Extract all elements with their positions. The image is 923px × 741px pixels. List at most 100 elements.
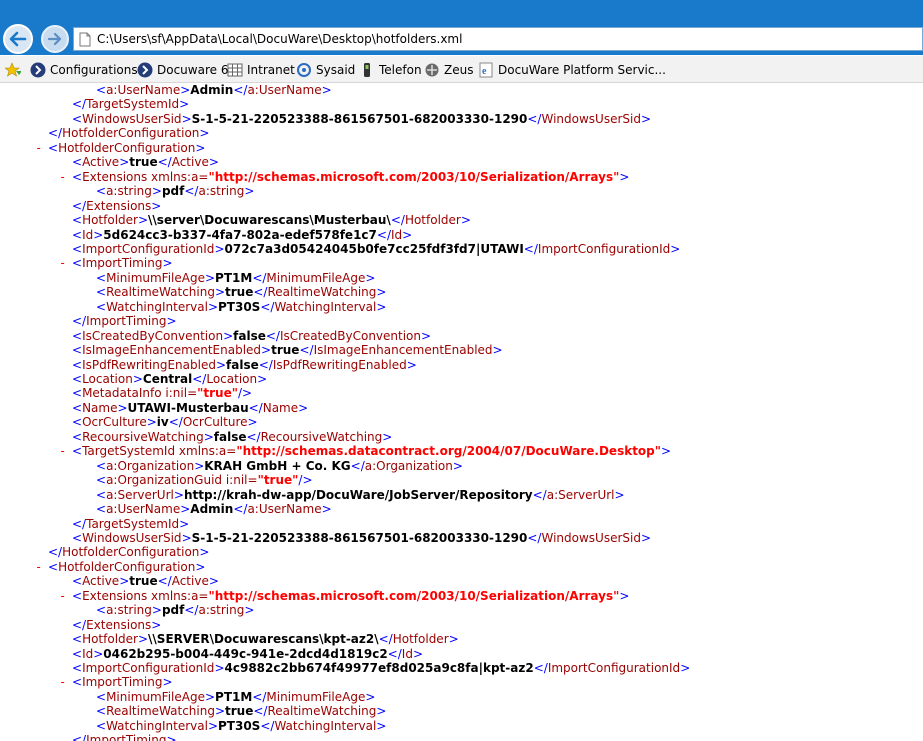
xml-tag-name: Extensions bbox=[82, 169, 148, 184]
favorite-docuware-6[interactable]: Docuware 6 bbox=[137, 61, 228, 79]
xml-line: <RecoursiveWatching>false</RecoursiveWat… bbox=[72, 429, 393, 444]
xml-tag-name: RecoursiveWatching bbox=[82, 429, 204, 444]
xml-line: <a:Organization>KRAH GmbH + Co. KG</a:Or… bbox=[96, 458, 463, 473]
xml-text-value: false bbox=[233, 328, 266, 343]
collapse-toggle[interactable]: - bbox=[59, 444, 66, 458]
xml-tag-name: ImportTiming bbox=[86, 733, 167, 741]
xml-tag-name: a:UserName bbox=[247, 84, 322, 97]
xml-line: <a:ServerUrl>http://krah-dw-app/DocuWare… bbox=[96, 487, 625, 502]
xml-tag-name: ImportConfigurationId bbox=[547, 661, 681, 675]
xml-line: <MetadataInfo i:nil="true"/> bbox=[72, 386, 253, 401]
favorite-configurations[interactable]: Configurations bbox=[30, 61, 138, 79]
xml-tag-name: a:string bbox=[198, 603, 245, 618]
favorite-label: Telefon bbox=[379, 63, 422, 77]
xml-text-value: 0462b295-b004-449c-941e-2dcd4d1819c2 bbox=[103, 646, 388, 661]
xml-attr-value: "true" bbox=[197, 386, 238, 401]
xml-tag-name: a:string bbox=[106, 184, 152, 199]
xml-text-value: 5d624cc3-b337-4fa7-802a-edef578fe1c7 bbox=[103, 227, 377, 242]
xml-tag-name: MinimumFileAge bbox=[266, 689, 366, 704]
xml-tag-name: WatchingInterval bbox=[274, 718, 377, 733]
xml-line: <WindowsUserSid>S-1-5-21-220523388-86156… bbox=[72, 111, 652, 126]
favorite-docuware-platform[interactable]: e DocuWare Platform Servic... bbox=[478, 61, 666, 79]
xml-text-value: UTAWI-Musterbau bbox=[127, 400, 249, 415]
xml-text-value: http://krah-dw-app/DocuWare/JobServer/Re… bbox=[183, 487, 533, 502]
xml-tag-name: Name bbox=[262, 400, 299, 415]
collapse-toggle[interactable]: - bbox=[59, 170, 66, 184]
collapse-toggle[interactable]: - bbox=[59, 675, 66, 689]
xml-tag-name: WindowsUserSid bbox=[82, 530, 182, 545]
xml-tag-name: HotfolderConfiguration bbox=[58, 140, 196, 155]
xml-text-value: pdf bbox=[161, 184, 185, 199]
xml-text-value: true bbox=[225, 285, 254, 300]
xml-line: <WatchingInterval>PT30S</WatchingInterva… bbox=[96, 718, 387, 733]
xml-line: <a:string>pdf</a:string> bbox=[96, 603, 255, 618]
xml-tag-name: TargetSystemId bbox=[82, 444, 176, 459]
xml-tag-name: OcrCulture bbox=[182, 415, 248, 430]
ie-page-icon: e bbox=[479, 62, 493, 78]
favorite-label: Docuware 6 bbox=[157, 63, 229, 77]
favorites-bar: Configurations Docuware 6 Intranet Sysai… bbox=[0, 56, 923, 83]
xml-text-value: Admin bbox=[190, 84, 234, 97]
back-button[interactable] bbox=[3, 24, 33, 54]
xml-tag-name: RealtimeWatching bbox=[267, 285, 377, 300]
xml-line: <a:OrganizationGuid i:nil="true"/> bbox=[96, 473, 313, 488]
xml-tag-name: Active bbox=[171, 155, 209, 170]
xml-tag-name: ImportConfigurationId bbox=[537, 241, 671, 256]
xml-tag-name: WatchingInterval bbox=[274, 299, 377, 314]
xml-attr-value: "true" bbox=[257, 473, 299, 488]
xml-line: </TargetSystemId> bbox=[72, 516, 190, 531]
xml-tag-name: a:ServerUrl bbox=[546, 487, 615, 502]
xml-tag-name: Active bbox=[82, 574, 120, 589]
xml-tag-name: IsCreatedByConvention bbox=[82, 328, 224, 343]
xml-text-value: 072c7a3d05424045b0fe7cc25fdf3fd7|UTAWI bbox=[224, 241, 524, 256]
collapse-toggle[interactable]: - bbox=[59, 589, 66, 603]
favorite-label: Intranet bbox=[247, 63, 295, 77]
xml-tag-name: a:string bbox=[106, 603, 152, 618]
xml-tag-name: Extensions bbox=[86, 617, 152, 632]
xml-attr-value: "http://schemas.microsoft.com/2003/10/Se… bbox=[208, 169, 620, 184]
favorite-sysaid[interactable]: Sysaid bbox=[296, 61, 355, 79]
xml-tag-name: Hotfolder bbox=[82, 632, 138, 647]
xml-tag-name: WindowsUserSid bbox=[541, 530, 641, 545]
xml-text-value: true bbox=[129, 574, 158, 589]
xml-tag-name: Hotfolder bbox=[392, 632, 449, 647]
xml-text-value: true bbox=[271, 343, 300, 358]
xml-tag-name: IsImageEnhancementEnabled bbox=[313, 343, 493, 358]
xml-line: <Extensions xmlns:a="http://schemas.micr… bbox=[72, 169, 630, 184]
collapse-toggle[interactable]: - bbox=[35, 560, 42, 574]
address-bar[interactable]: C:\Users\sf\AppData\Local\DocuWare\Deskt… bbox=[73, 27, 923, 51]
address-text: C:\Users\sf\AppData\Local\DocuWare\Deskt… bbox=[97, 32, 463, 46]
xml-line: </ImportTiming> bbox=[72, 733, 177, 741]
xml-text-value: PT30S bbox=[218, 718, 261, 733]
xml-tag-name: OcrCulture bbox=[82, 415, 147, 430]
xml-tag-name: WindowsUserSid bbox=[541, 111, 641, 126]
xml-tag-name: Extensions bbox=[86, 198, 152, 213]
xml-tag-name: Location bbox=[82, 372, 133, 386]
xml-line: <Hotfolder>\\server\Docuwarescans\Muster… bbox=[72, 213, 471, 228]
xml-text-value: Central bbox=[142, 372, 193, 386]
xml-tag-name: MinimumFileAge bbox=[106, 270, 205, 285]
forward-button[interactable] bbox=[41, 25, 69, 53]
phone-icon bbox=[364, 63, 370, 77]
xml-line: <WindowsUserSid>S-1-5-21-220523388-86156… bbox=[72, 530, 652, 545]
collapse-toggle[interactable]: - bbox=[59, 256, 66, 270]
xml-line: <a:string>pdf</a:string> bbox=[96, 184, 255, 199]
xml-tag-name: Extensions bbox=[82, 588, 148, 603]
xml-line: <Location>Central</Location> bbox=[72, 372, 268, 386]
favorite-intranet[interactable]: Intranet bbox=[227, 61, 295, 79]
xml-tag-name: WatchingInterval bbox=[106, 718, 208, 733]
xml-line: <OcrCulture>iv</OcrCulture> bbox=[72, 415, 258, 430]
xml-tag-name: MinimumFileAge bbox=[106, 689, 205, 704]
xml-tag-name: MinimumFileAge bbox=[266, 270, 366, 285]
xml-text-value: S-1-5-21-220523388-861567501-682003330-1… bbox=[191, 111, 528, 126]
xml-tag-name: ImportTiming bbox=[82, 256, 163, 271]
xml-line: <a:UserName>Admin</a:UserName> bbox=[96, 502, 332, 517]
xml-line: <Extensions xmlns:a="http://schemas.micr… bbox=[72, 588, 630, 603]
favorites-star-button[interactable] bbox=[5, 61, 25, 79]
favorite-zeus[interactable]: Zeus bbox=[424, 61, 473, 79]
favorite-telefon[interactable]: Telefon bbox=[359, 61, 422, 79]
xml-tag-name: a:UserName bbox=[106, 84, 181, 97]
xml-tag-name: Active bbox=[171, 574, 209, 589]
xml-line: <Id>5d624cc3-b337-4fa7-802a-edef578fe1c7… bbox=[72, 227, 413, 242]
collapse-toggle[interactable]: - bbox=[35, 141, 42, 155]
